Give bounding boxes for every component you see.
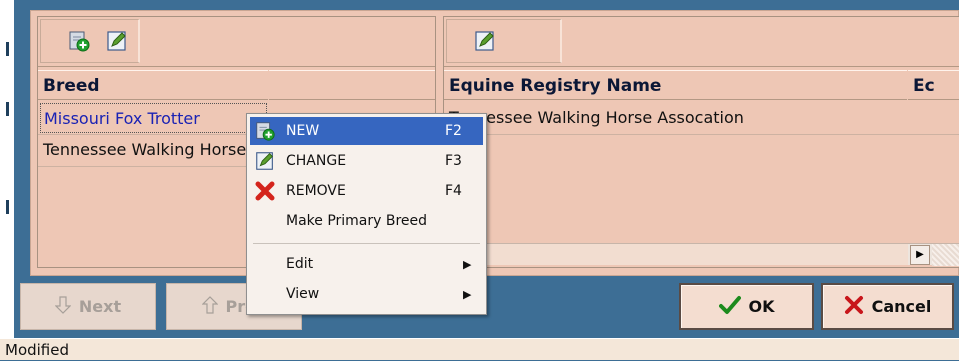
menu-separator	[253, 243, 480, 244]
horse-breed-dialog: Breed Missouri Fox Trotter Tennessee Wal…	[0, 0, 959, 360]
red-x-icon	[254, 180, 276, 202]
checkmark-icon	[718, 295, 741, 319]
menu-item-label: Edit	[286, 256, 314, 272]
cancel-button-label: Cancel	[871, 297, 932, 316]
next-button[interactable]: Next	[20, 283, 156, 330]
registry-grid: Equine Registry Name Ec Tennessee Walkin…	[443, 16, 959, 268]
menu-item-remove[interactable]: REMOVE F4	[250, 177, 483, 205]
menu-item-view[interactable]: View ▶	[250, 280, 483, 308]
status-bar: Modified	[0, 338, 959, 360]
edit-record-icon[interactable]	[473, 29, 497, 53]
registry-grid-toolbar	[444, 17, 959, 67]
menu-item-new[interactable]: NEW F2	[250, 117, 483, 145]
submenu-arrow-icon: ▶	[463, 257, 472, 271]
breed-row-selected[interactable]: Missouri Fox Trotter	[40, 103, 267, 133]
toolbar-group	[40, 19, 140, 63]
up-arrow-icon	[201, 295, 218, 319]
menu-item-label: NEW	[286, 123, 320, 139]
status-text: Modified	[5, 341, 70, 359]
red-x-icon	[844, 295, 864, 319]
menu-item-label: REMOVE	[286, 183, 346, 199]
edge-marker	[6, 102, 9, 116]
window-left-edge	[0, 0, 14, 338]
scrollbar-track	[932, 244, 959, 266]
breed-grid-toolbar	[38, 17, 435, 67]
down-arrow-icon	[54, 295, 72, 319]
scrollbar-thumb[interactable]	[444, 244, 908, 265]
new-record-icon	[254, 120, 276, 142]
column-header-extra[interactable]: Ec	[908, 70, 959, 100]
column-header-registry-name[interactable]: Equine Registry Name	[444, 70, 907, 100]
edit-record-icon[interactable]	[105, 29, 129, 53]
breed-row[interactable]: Tennessee Walking Horse	[40, 135, 267, 165]
edge-marker	[6, 42, 9, 56]
menu-item-shortcut: F2	[445, 123, 462, 139]
edit-record-icon	[254, 150, 276, 172]
toolbar-group	[446, 19, 562, 63]
column-header-breed[interactable]: Breed	[38, 70, 268, 100]
registry-row[interactable]: Tennessee Walking Horse Assocation	[446, 103, 904, 133]
ok-button-label: OK	[748, 297, 775, 316]
menu-item-change[interactable]: CHANGE F3	[250, 147, 483, 175]
context-menu: NEW F2 CHANGE F3 REMOVE F4 Make Primary …	[246, 113, 487, 315]
menu-item-label: Make Primary Breed	[286, 213, 428, 229]
menu-item-label: CHANGE	[286, 153, 347, 169]
column-header-blank[interactable]	[269, 70, 435, 100]
menu-item-shortcut: F3	[445, 153, 462, 169]
menu-item-make-primary-breed[interactable]: Make Primary Breed	[250, 207, 483, 235]
row-divider	[444, 134, 959, 135]
edge-marker	[6, 200, 9, 214]
new-record-icon[interactable]	[67, 29, 91, 53]
next-button-label: Next	[78, 297, 122, 316]
ok-button[interactable]: OK	[679, 283, 814, 330]
menu-item-label: View	[286, 286, 320, 302]
cancel-button[interactable]: Cancel	[821, 283, 954, 330]
horizontal-scrollbar[interactable]: ▶	[444, 243, 959, 266]
row-divider	[38, 166, 268, 167]
menu-item-shortcut: F4	[445, 183, 462, 199]
menu-item-edit[interactable]: Edit ▶	[250, 250, 483, 278]
submenu-arrow-icon: ▶	[463, 287, 472, 301]
scroll-right-arrow-icon[interactable]: ▶	[910, 245, 930, 265]
